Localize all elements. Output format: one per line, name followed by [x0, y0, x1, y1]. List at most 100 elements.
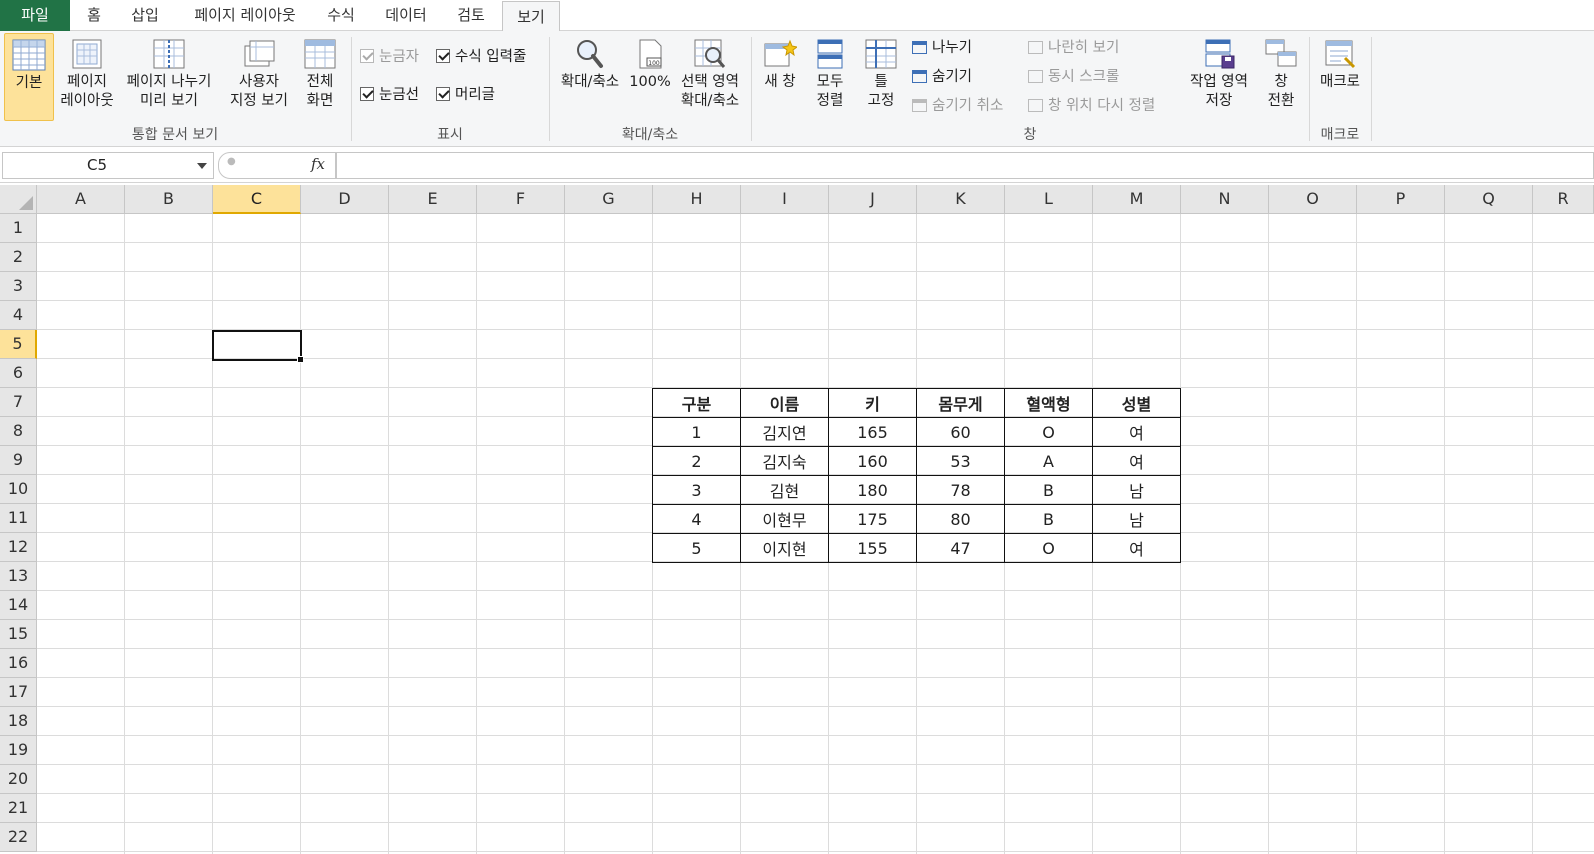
column-header-e[interactable]: E [389, 185, 477, 214]
table-cell[interactable]: 78 [916, 475, 1005, 505]
row-header[interactable]: 6 [0, 359, 37, 388]
column-header-f[interactable]: F [477, 185, 565, 214]
row-header[interactable]: 21 [0, 794, 37, 823]
column-header-r[interactable]: R [1533, 185, 1594, 214]
table-cell[interactable]: 5 [652, 533, 741, 563]
column-header-h[interactable]: H [653, 185, 741, 214]
hide-button[interactable]: 숨기기 [912, 67, 972, 87]
row-header[interactable]: 10 [0, 475, 37, 504]
column-header-a[interactable]: A [37, 185, 125, 214]
row-header[interactable]: 3 [0, 272, 37, 301]
insert-function-button[interactable]: fx [311, 155, 325, 173]
macros-button[interactable]: 매크로 [1314, 33, 1366, 121]
column-header-j[interactable]: J [829, 185, 917, 214]
tab-review[interactable]: 검토 [448, 0, 494, 31]
column-header-l[interactable]: L [1005, 185, 1093, 214]
column-header-o[interactable]: O [1269, 185, 1357, 214]
table-cell[interactable]: 155 [828, 533, 917, 563]
save-workspace-button[interactable]: 작업 영역 저장 [1184, 33, 1254, 121]
split-button[interactable]: 나누기 [912, 38, 972, 58]
name-box[interactable]: C5 [2, 152, 214, 179]
arrange-all-button[interactable]: 모두 정렬 [806, 33, 854, 121]
table-cell[interactable]: 180 [828, 475, 917, 505]
unhide-button[interactable]: 숨기기 취소 [912, 96, 1003, 116]
reset-window-position-button[interactable]: 창 위치 다시 정렬 [1028, 96, 1155, 116]
table-cell[interactable]: 80 [916, 504, 1005, 534]
table-cell[interactable]: 60 [916, 417, 1005, 447]
zoom-button[interactable]: 확대/축소 [554, 33, 626, 121]
table-cell[interactable]: 김지숙 [740, 446, 829, 476]
row-header[interactable]: 13 [0, 562, 37, 591]
table-cell[interactable]: 53 [916, 446, 1005, 476]
table-cell[interactable]: O [1004, 417, 1093, 447]
chevron-down-icon[interactable] [197, 163, 207, 169]
row-header[interactable]: 5 [0, 330, 37, 359]
table-cell[interactable]: 이지현 [740, 533, 829, 563]
full-screen-button[interactable]: 전체 화면 [296, 33, 344, 121]
headings-checkbox[interactable]: 머리글 [436, 85, 495, 105]
row-header[interactable]: 9 [0, 446, 37, 475]
spreadsheet-grid[interactable]: A B C D E F G H I J K L M N O P Q R 1234… [0, 185, 1594, 854]
formula-bar-checkbox[interactable]: 수식 입력줄 [436, 47, 526, 67]
row-header[interactable]: 17 [0, 678, 37, 707]
column-header-d[interactable]: D [301, 185, 389, 214]
tab-data[interactable]: 데이터 [375, 0, 437, 31]
active-cell-c5[interactable] [212, 330, 304, 363]
column-header-k[interactable]: K [917, 185, 1005, 214]
table-header-cell[interactable]: 이름 [740, 388, 829, 418]
table-cell[interactable]: 이현무 [740, 504, 829, 534]
page-layout-view-button[interactable]: 페이지 레이아웃 [56, 33, 118, 121]
column-header-b[interactable]: B [125, 185, 213, 214]
row-header[interactable]: 15 [0, 620, 37, 649]
row-header[interactable]: 19 [0, 736, 37, 765]
tab-formulas[interactable]: 수식 [318, 0, 364, 31]
normal-view-button[interactable]: 기본 [4, 33, 54, 121]
row-header[interactable]: 12 [0, 533, 37, 562]
table-cell[interactable]: 김지연 [740, 417, 829, 447]
row-header[interactable]: 22 [0, 823, 37, 852]
view-side-by-side-button[interactable]: 나란히 보기 [1028, 38, 1119, 58]
tab-page-layout[interactable]: 페이지 레이아웃 [180, 0, 310, 31]
zoom-to-selection-button[interactable]: 선택 영역 확대/축소 [674, 33, 746, 121]
table-cell[interactable]: B [1004, 475, 1093, 505]
page-break-preview-button[interactable]: 페이지 나누기 미리 보기 [120, 33, 218, 121]
freeze-panes-button[interactable]: 틀 고정 [858, 33, 904, 121]
column-header-q[interactable]: Q [1445, 185, 1533, 214]
row-header[interactable]: 8 [0, 417, 37, 446]
row-header[interactable]: 11 [0, 504, 37, 533]
table-cell[interactable]: O [1004, 533, 1093, 563]
column-header-i[interactable]: I [741, 185, 829, 214]
table-header-cell[interactable]: 성별 [1092, 388, 1181, 418]
column-header-m[interactable]: M [1093, 185, 1181, 214]
tab-view[interactable]: 보기 [502, 1, 560, 32]
row-header[interactable]: 4 [0, 301, 37, 330]
row-header[interactable]: 20 [0, 765, 37, 794]
table-header-cell[interactable]: 혈액형 [1004, 388, 1093, 418]
table-cell[interactable]: 남 [1092, 475, 1181, 505]
table-cell[interactable]: A [1004, 446, 1093, 476]
switch-windows-button[interactable]: 창 전환 [1258, 33, 1304, 121]
ruler-checkbox[interactable]: 눈금자 [360, 47, 419, 67]
table-cell[interactable]: 165 [828, 417, 917, 447]
row-header[interactable]: 18 [0, 707, 37, 736]
select-all-button[interactable] [0, 185, 37, 214]
table-header-cell[interactable]: 구분 [652, 388, 741, 418]
table-cell[interactable]: 160 [828, 446, 917, 476]
table-cell[interactable]: B [1004, 504, 1093, 534]
table-cell[interactable]: 여 [1092, 446, 1181, 476]
tab-insert[interactable]: 삽입 [120, 0, 170, 31]
formula-input[interactable] [336, 152, 1594, 179]
zoom-100-button[interactable]: 100 100% [628, 33, 672, 121]
table-cell[interactable]: 3 [652, 475, 741, 505]
table-cell[interactable]: 여 [1092, 533, 1181, 563]
tab-home[interactable]: 홈 [80, 0, 108, 31]
new-window-button[interactable]: 새 창 [756, 33, 804, 121]
row-header[interactable]: 14 [0, 591, 37, 620]
synchronous-scrolling-button[interactable]: 동시 스크롤 [1028, 67, 1119, 87]
row-header[interactable]: 2 [0, 243, 37, 272]
table-cell[interactable]: 1 [652, 417, 741, 447]
tab-file[interactable]: 파일 [0, 0, 70, 31]
column-header-c[interactable]: C [213, 185, 301, 214]
table-header-cell[interactable]: 키 [828, 388, 917, 418]
custom-views-button[interactable]: 사용자 지정 보기 [224, 33, 294, 121]
